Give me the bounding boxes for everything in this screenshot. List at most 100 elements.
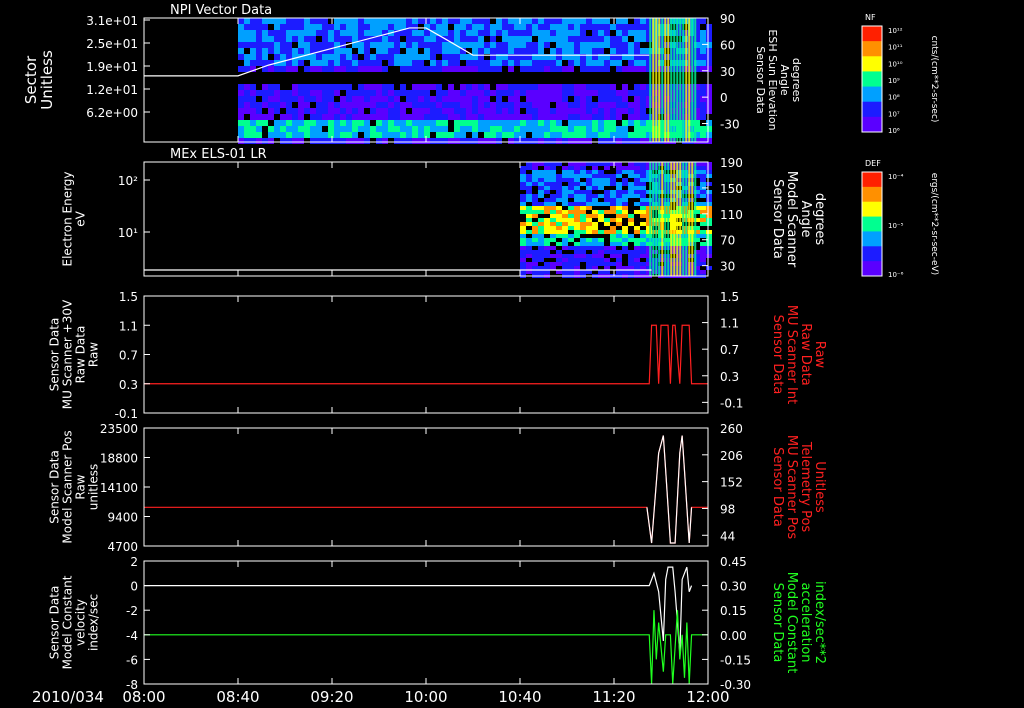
ytick-label: 18800 <box>100 452 138 466</box>
spectrogram-cell <box>394 102 400 108</box>
spectrogram-cell <box>610 90 616 96</box>
spectrogram-cell <box>544 178 550 182</box>
spectrogram-cell <box>508 36 514 42</box>
spectrogram-cell <box>526 66 532 72</box>
spectrogram-cell <box>634 190 640 194</box>
spectrogram-cell <box>490 120 496 126</box>
spectrogram-cell <box>508 108 514 114</box>
spectrogram-cell <box>526 246 532 250</box>
spectrogram-cell <box>706 266 712 270</box>
spectrogram-cell <box>316 120 322 126</box>
spectrogram-cell <box>574 162 580 166</box>
spectrogram-cell <box>640 190 646 194</box>
spectrogram-cell <box>322 18 328 24</box>
spectrogram-cell <box>568 66 574 72</box>
spectrogram-cell <box>562 254 568 258</box>
spectrogram-cell <box>496 138 502 144</box>
spectrogram-cell <box>550 222 556 226</box>
spectrogram-cell <box>424 66 430 72</box>
spectrogram-cell <box>334 24 340 30</box>
colorbar-segment <box>862 71 882 88</box>
spectrogram-cell <box>298 132 304 138</box>
spectrogram-cell <box>544 246 550 250</box>
spectrogram-cell <box>472 90 478 96</box>
spectrogram-cell <box>628 114 634 120</box>
spectrogram-cell <box>250 96 256 102</box>
spectrogram-cell <box>544 190 550 194</box>
spectrogram-cell <box>280 126 286 132</box>
spectrogram-cell <box>394 108 400 114</box>
spectrogram-cell <box>538 30 544 36</box>
spectrogram-cell <box>634 96 640 102</box>
spectrogram-cell <box>538 190 544 194</box>
spectrogram-cell <box>268 108 274 114</box>
ytick-label: 4700 <box>107 540 138 554</box>
spectrogram-cell <box>436 120 442 126</box>
spectrogram-cell <box>592 222 598 226</box>
spectrogram-cell <box>598 126 604 132</box>
spectrogram-cell <box>406 96 412 102</box>
spectrogram-cell <box>496 90 502 96</box>
spectrogram-cell <box>586 230 592 234</box>
spectrogram-cell <box>532 174 538 178</box>
spectrogram-cell <box>550 96 556 102</box>
spectrogram-cell <box>562 230 568 234</box>
spectrogram-cell <box>538 222 544 226</box>
spectrogram-cell <box>316 114 322 120</box>
spectrogram-cell <box>604 178 610 182</box>
spectrogram-cell <box>574 126 580 132</box>
spectrogram-cell <box>256 126 262 132</box>
spectrogram-cell <box>238 138 244 144</box>
spectrogram-cell <box>328 54 334 60</box>
spectrogram-cell <box>574 226 580 230</box>
spectrogram-cell <box>520 66 526 72</box>
spectrogram-cell <box>262 114 268 120</box>
spectrogram-cell <box>622 102 628 108</box>
spectrogram-cell <box>706 194 712 198</box>
spectrogram-cell <box>550 66 556 72</box>
spectrogram-cell <box>316 54 322 60</box>
spectrogram-cell <box>418 102 424 108</box>
spectrogram-cell <box>466 42 472 48</box>
spectrogram-cell <box>238 132 244 138</box>
spectrogram-cell <box>370 24 376 30</box>
spectrogram-cell <box>622 242 628 246</box>
spectrogram-cell <box>592 194 598 198</box>
spectrogram-cell <box>460 18 466 24</box>
spectrogram-cell <box>454 138 460 144</box>
spectrogram-cell <box>634 18 640 24</box>
spectrogram-cell <box>340 60 346 66</box>
spectrogram-cell <box>634 114 640 120</box>
spectrogram-cell <box>274 108 280 114</box>
spectrogram-cell <box>472 132 478 138</box>
spectrogram-cell <box>370 90 376 96</box>
spectrogram-cell <box>700 30 706 36</box>
spectrogram-cell <box>460 108 466 114</box>
spectrogram-cell <box>694 18 697 142</box>
spectrogram-cell <box>640 114 646 120</box>
ytick-label: 0.7 <box>119 349 138 363</box>
spectrogram-cell <box>472 60 478 66</box>
spectrogram-cell <box>298 84 304 90</box>
spectrogram-cell <box>580 238 586 242</box>
spectrogram-cell <box>400 42 406 48</box>
spectrogram-cell <box>604 190 610 194</box>
spectrogram-cell <box>502 90 508 96</box>
spectrogram-cell <box>292 114 298 120</box>
spectrogram-cell <box>544 138 550 144</box>
spectrogram-cell <box>700 102 706 108</box>
spectrogram-cell <box>430 36 436 42</box>
spectrogram-cell <box>622 96 628 102</box>
spectrogram-cell <box>568 254 574 258</box>
spectrogram-cell <box>706 234 712 238</box>
spectrogram-cell <box>574 18 580 24</box>
right-ylabel-line: degrees <box>790 58 803 103</box>
spectrogram-cell <box>706 54 712 60</box>
spectrogram-cell <box>406 42 412 48</box>
spectrogram-cell <box>604 24 610 30</box>
spectrogram-cell <box>616 18 622 24</box>
colorbar-segment <box>862 101 882 118</box>
spectrogram-cell <box>382 126 388 132</box>
spectrogram-cell <box>574 36 580 42</box>
spectrogram-cell <box>298 60 304 66</box>
